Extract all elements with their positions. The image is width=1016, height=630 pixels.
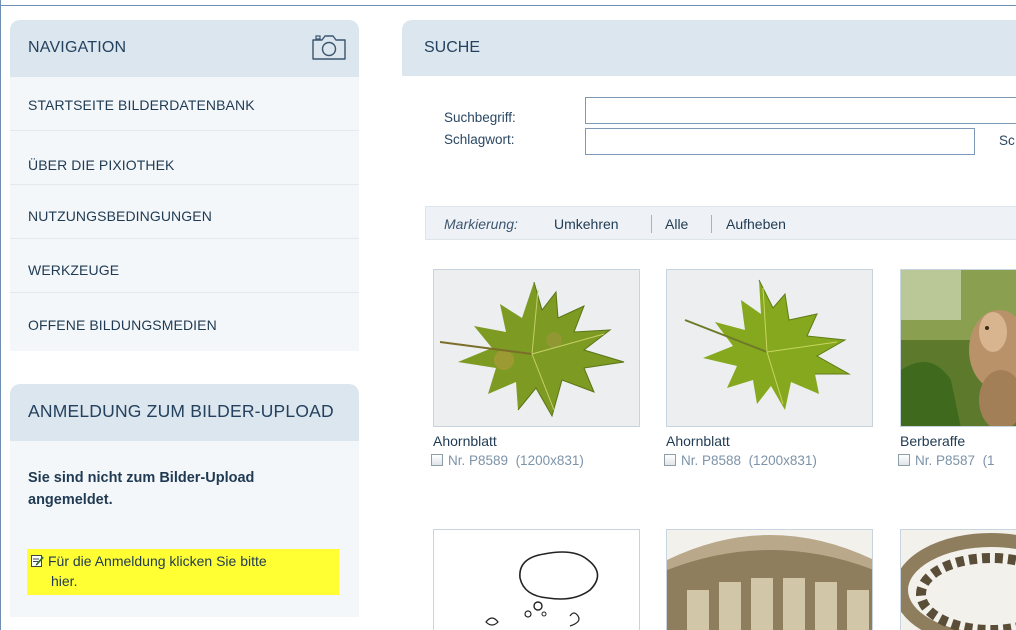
divider (711, 215, 712, 233)
bearing-image (901, 530, 1016, 630)
navigation-title: NAVIGATION (28, 39, 127, 56)
result-number: Nr. P8588 (681, 453, 742, 468)
camera-icon (312, 35, 346, 60)
login-link-text-2: hier. (31, 571, 103, 591)
search-form: Suchbegriff: Schlagwort: Sc (402, 76, 1016, 206)
invert-selection-link[interactable]: Umkehren (554, 216, 619, 232)
maple-leaf-image (434, 270, 639, 426)
result-meta: Nr. P8589 (1200x831) (431, 453, 584, 468)
result-thumbnail[interactable] (433, 529, 640, 630)
result-title[interactable]: Ahornblatt (433, 433, 497, 449)
window-top-border (0, 0, 1016, 6)
result-meta: Nr. P8588 (1200x831) (664, 453, 817, 468)
clear-selection-link[interactable]: Aufheben (726, 216, 786, 232)
search-header: SUCHE (402, 20, 1016, 76)
result-title[interactable]: Berberaffe (900, 433, 965, 449)
result-size: (1 (982, 453, 995, 468)
login-panel: ANMELDUNG ZUM BILDER-UPLOAD Sie sind nic… (10, 384, 359, 617)
nav-item-offene-bildungsmedien[interactable]: OFFENE BILDUNGSMEDIEN (10, 293, 359, 351)
result-meta: Nr. P8587 (1 (898, 453, 995, 468)
result-thumbnail[interactable] (666, 269, 873, 427)
login-link[interactable]: Für die Anmeldung klicken Sie bitte hier… (27, 549, 339, 595)
search-term-label: Suchbegriff: (444, 110, 516, 125)
select-checkbox[interactable] (431, 454, 443, 466)
thought-bubble-drawing (434, 530, 639, 630)
login-header: ANMELDUNG ZUM BILDER-UPLOAD (10, 384, 359, 441)
select-all-link[interactable]: Alle (665, 216, 688, 232)
keyword-input[interactable] (585, 128, 975, 155)
nav-item-nutzungsbedingungen[interactable]: NUTZUNGSBEDINGUNGEN (10, 185, 359, 239)
login-link-text-1: Für die Anmeldung klicken Sie bitte (48, 553, 267, 569)
select-checkbox[interactable] (664, 454, 676, 466)
result-thumbnail[interactable] (666, 529, 873, 630)
bearing-image (667, 530, 872, 630)
login-status-message: Sie sind nicht zum Bilder-Upload angemel… (28, 470, 255, 508)
search-title: SUCHE (424, 39, 481, 56)
nav-item-label: OFFENE BILDUNGSMEDIEN (28, 317, 217, 333)
nav-item-ueber[interactable]: ÜBER DIE PIXIOTHEK (10, 131, 359, 185)
keyword-label: Schlagwort: (444, 132, 515, 147)
nav-item-label: NUTZUNGSBEDINGUNGEN (28, 208, 212, 224)
search-option-label[interactable]: Sc (999, 133, 1015, 148)
login-title: ANMELDUNG ZUM BILDER-UPLOAD (28, 401, 334, 421)
marking-label: Markierung: (444, 216, 518, 232)
result-thumbnail[interactable] (433, 269, 640, 427)
window-left-border (0, 0, 1, 630)
navigation-list: STARTSEITE BILDERDATENBANK ÜBER DIE PIXI… (10, 77, 359, 351)
nav-item-label: ÜBER DIE PIXIOTHEK (28, 157, 175, 173)
main-content: SUCHE Suchbegriff: Schlagwort: Sc Markie… (402, 20, 1016, 630)
divider (651, 215, 652, 233)
select-checkbox[interactable] (898, 454, 910, 466)
result-number: Nr. P8589 (448, 453, 509, 468)
result-size: (1200x831) (515, 453, 584, 468)
navigation-header: NAVIGATION (10, 20, 359, 77)
result-thumbnail[interactable] (900, 529, 1016, 630)
login-body: Sie sind nicht zum Bilder-Upload angemel… (10, 441, 359, 617)
result-number: Nr. P8587 (915, 453, 976, 468)
nav-item-werkzeuge[interactable]: WERKZEUGE (10, 239, 359, 293)
edit-icon (31, 555, 44, 567)
nav-item-label: STARTSEITE BILDERDATENBANK (28, 97, 255, 113)
result-title[interactable]: Ahornblatt (666, 433, 730, 449)
maple-leaf-image (667, 270, 872, 426)
result-thumbnail[interactable] (900, 269, 1016, 427)
marking-toolbar: Markierung: Umkehren Alle Aufheben (425, 206, 1016, 240)
nav-item-startseite[interactable]: STARTSEITE BILDERDATENBANK (10, 77, 359, 131)
sidebar: NAVIGATION STARTSEITE BILDERDATENBANK ÜB… (10, 20, 359, 617)
nav-item-label: WERKZEUGE (28, 262, 120, 278)
result-size: (1200x831) (748, 453, 817, 468)
search-term-input[interactable] (585, 97, 1016, 124)
monkey-image (901, 270, 1016, 426)
